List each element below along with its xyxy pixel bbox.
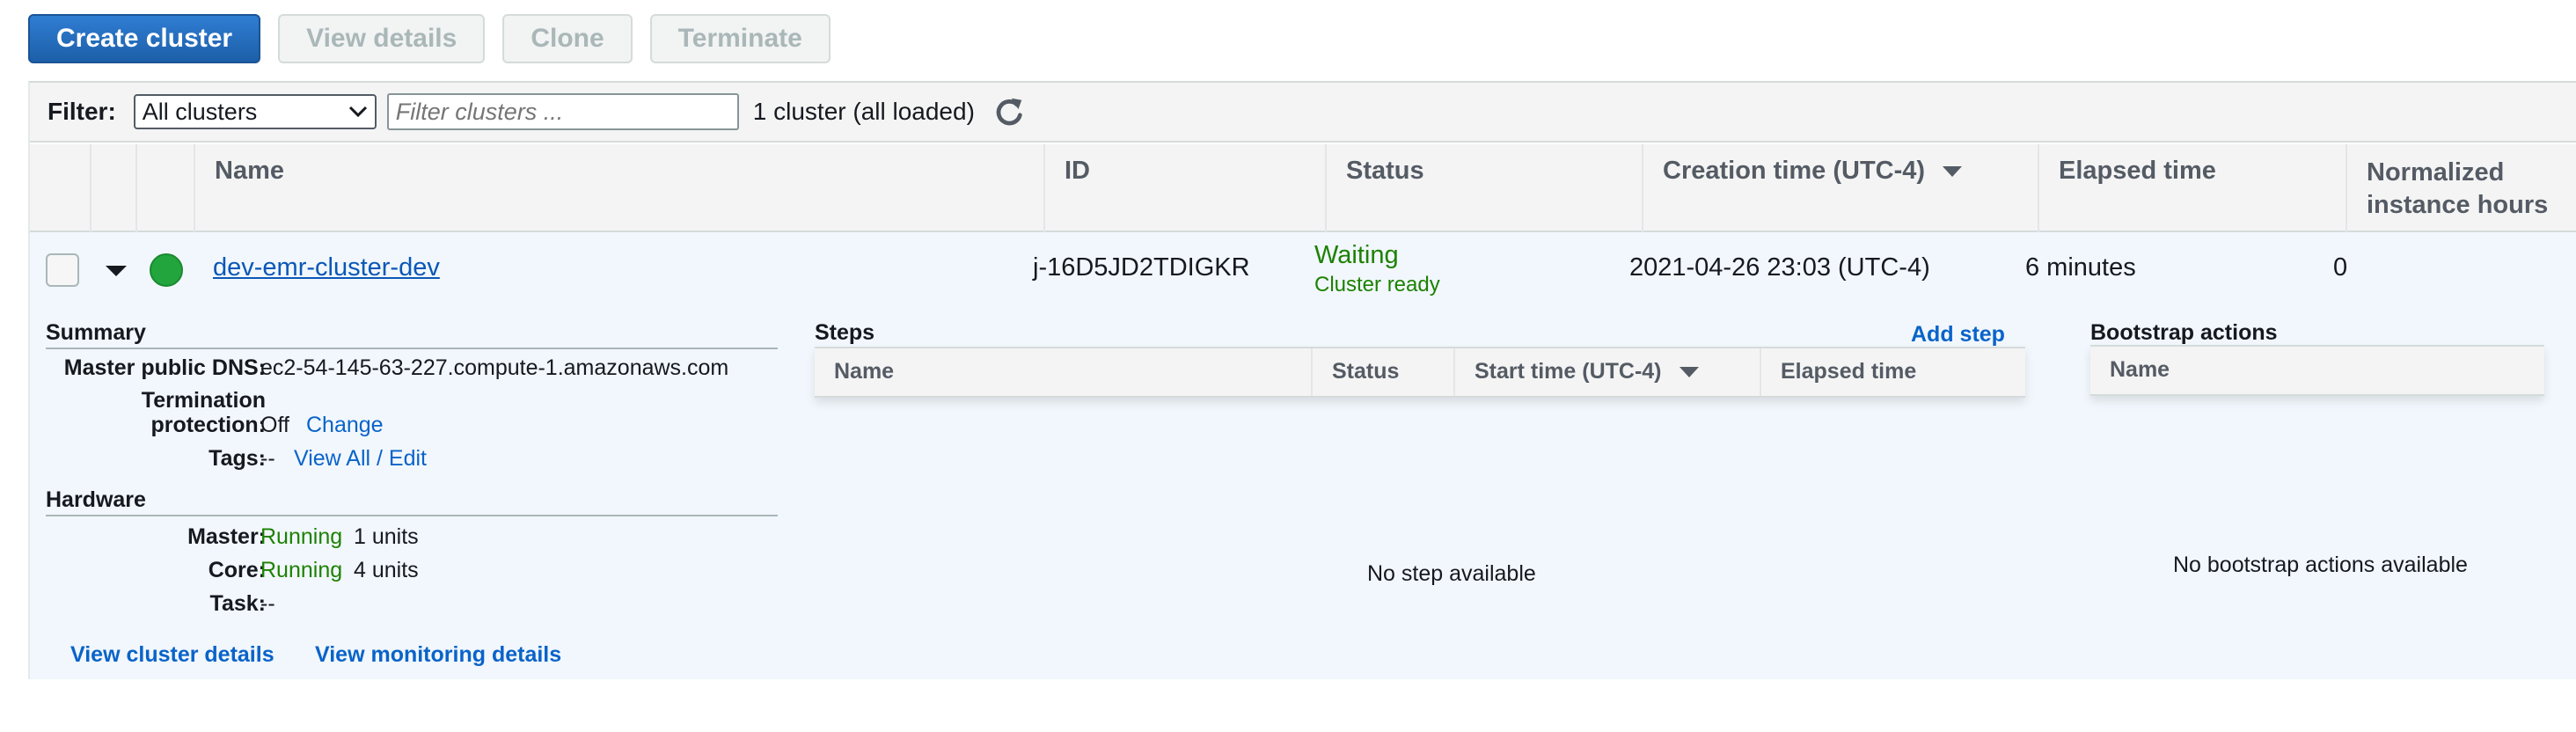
create-cluster-button[interactable]: Create cluster	[28, 14, 261, 63]
expand-caret-icon[interactable]	[106, 266, 127, 276]
core-units: 4 units	[354, 558, 419, 582]
clone-button[interactable]: Clone	[502, 14, 633, 63]
master-status: Running	[260, 524, 343, 549]
core-status: Running	[260, 558, 343, 582]
column-header-creation-time-label: Creation time (UTC-4)	[1663, 157, 1926, 185]
sort-descending-icon[interactable]	[1943, 166, 1963, 178]
cluster-normalized-hours: 0	[2333, 253, 2348, 282]
clusters-table-header: Name ID Status Creation time (UTC-4) Ela…	[30, 144, 2576, 232]
table-row: dev-emr-cluster-dev j-16D5JD2TDIGKR Wait…	[30, 232, 2576, 306]
summary-title: Summary	[46, 320, 146, 345]
termination-label-line1: Termination	[141, 388, 266, 413]
hardware-divider	[46, 515, 778, 516]
bootstrap-table: Name	[2090, 345, 2544, 396]
view-details-button[interactable]: View details	[278, 14, 486, 63]
steps-column-start-time[interactable]: Start time (UTC-4)	[1453, 348, 1760, 396]
hardware-title: Hardware	[46, 487, 146, 512]
filter-label: Filter:	[48, 98, 116, 125]
terminate-button[interactable]: Terminate	[649, 14, 831, 63]
filter-bar: Filter: All clusters 1 cluster (all load…	[30, 83, 2576, 143]
master-dns-value: ec2-54-145-63-227.compute-1.amazonaws.co…	[260, 355, 729, 380]
cluster-elapsed-time: 6 minutes	[2025, 253, 2136, 282]
bootstrap-title: Bootstrap actions	[2090, 320, 2278, 345]
add-step-link[interactable]: Add step	[1911, 322, 2005, 348]
task-label: Task:	[209, 591, 266, 616]
steps-column-name[interactable]: Name	[815, 348, 1311, 396]
steps-table: Name Status Start time (UTC-4) Elapsed t…	[815, 347, 2025, 398]
cluster-id: j-16D5JD2TDIGKR	[1033, 253, 1250, 282]
cluster-count: 1 cluster (all loaded)	[752, 98, 975, 125]
column-header-id[interactable]: ID	[1043, 144, 1325, 232]
bootstrap-empty-message: No bootstrap actions available	[2173, 553, 2468, 577]
normalized-header-line1: Normalized	[2367, 158, 2505, 187]
normalized-header-line2: instance hours	[2367, 191, 2549, 219]
cluster-filter-select-value: All clusters	[142, 98, 258, 125]
view-monitoring-details-link[interactable]: View monitoring details	[315, 642, 561, 668]
clusters-panel: Filter: All clusters 1 cluster (all load…	[28, 81, 2576, 679]
sort-descending-icon[interactable]	[1679, 367, 1699, 378]
tags-view-edit-link[interactable]: View All / Edit	[294, 446, 427, 472]
header-select-column	[30, 144, 90, 232]
column-header-status[interactable]: Status	[1325, 144, 1642, 232]
header-state-column	[135, 144, 194, 232]
steps-column-start-time-label: Start time (UTC-4)	[1475, 359, 1662, 384]
column-header-normalized-instance-hours[interactable]: Normalized instance hours	[2345, 144, 2576, 232]
row-checkbox[interactable]	[46, 253, 79, 287]
master-units: 1 units	[354, 524, 419, 549]
core-label: Core:	[208, 558, 266, 582]
tags-label: Tags:	[209, 446, 266, 471]
cluster-status-detail: Cluster ready	[1314, 273, 1440, 296]
master-dns-label: Master public DNS:	[63, 355, 266, 380]
cluster-creation-time: 2021-04-26 23:03 (UTC-4)	[1629, 253, 1930, 282]
task-value: --	[260, 591, 275, 616]
steps-empty-message: No step available	[1367, 561, 1536, 586]
cluster-filter-select[interactable]: All clusters	[133, 94, 377, 129]
view-cluster-details-link[interactable]: View cluster details	[70, 642, 274, 668]
status-dot-icon	[150, 253, 183, 287]
summary-divider	[46, 348, 778, 349]
cluster-status: Waiting	[1314, 241, 1399, 269]
termination-label-line2: protection:	[150, 413, 266, 437]
filter-clusters-input[interactable]	[386, 93, 739, 130]
column-header-elapsed-time[interactable]: Elapsed time	[2038, 144, 2345, 232]
master-label: Master:	[187, 524, 266, 549]
bootstrap-column-name[interactable]: Name	[2090, 347, 2544, 394]
cluster-name-link[interactable]: dev-emr-cluster-dev	[213, 253, 440, 282]
refresh-icon[interactable]	[992, 95, 1026, 128]
cluster-detail-panel: Summary Master public DNS: ec2-54-145-63…	[30, 306, 2576, 679]
column-header-name[interactable]: Name	[194, 144, 1043, 232]
chevron-down-icon	[348, 106, 367, 118]
termination-change-link[interactable]: Change	[306, 413, 384, 438]
tags-value: --	[260, 446, 275, 471]
steps-title: Steps	[815, 320, 875, 345]
steps-column-elapsed-time[interactable]: Elapsed time	[1760, 348, 2025, 396]
column-header-creation-time[interactable]: Creation time (UTC-4)	[1642, 144, 2038, 232]
steps-column-status[interactable]: Status	[1311, 348, 1453, 396]
toolbar: Create cluster View details Clone Termin…	[28, 14, 831, 63]
header-expand-column	[90, 144, 135, 232]
termination-value: Off	[260, 413, 289, 437]
